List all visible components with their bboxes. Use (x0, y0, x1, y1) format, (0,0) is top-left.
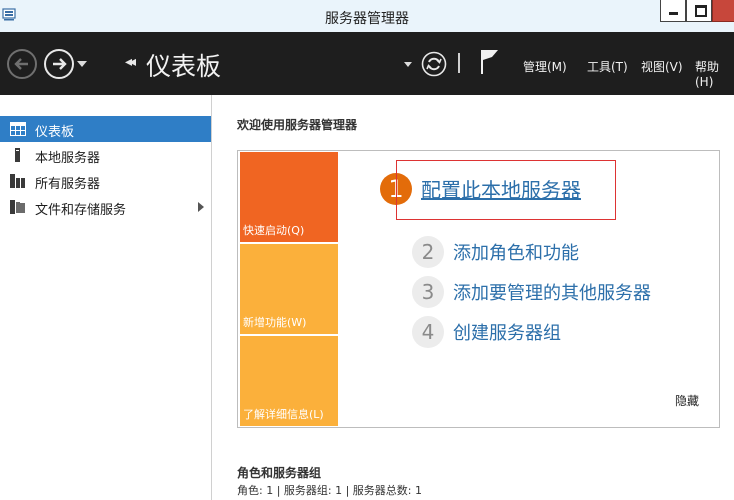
sidebar-item-label: 所有服务器 (35, 177, 101, 192)
title-bar: 服务器管理器 (0, 0, 734, 33)
sidebar-item-label: 本地服务器 (35, 151, 101, 166)
minimize-button[interactable] (660, 0, 686, 22)
header-divider (458, 53, 460, 73)
history-dropdown-icon[interactable] (77, 61, 87, 67)
back-arrow-icon (14, 58, 28, 70)
breadcrumb-chevron-icon: ◂◂ (125, 54, 136, 70)
roles-section-title: 角色和服务器组 (237, 466, 322, 480)
local-server-icon (15, 148, 20, 162)
sidebar-item-dashboard[interactable]: 仪表板 (0, 116, 211, 142)
file-storage-icon (10, 200, 25, 214)
dashboard-icon (10, 122, 26, 136)
all-servers-icon (10, 174, 25, 188)
menu-view[interactable]: 视图(V) (641, 58, 683, 75)
welcome-heading: 欢迎使用服务器管理器 (237, 118, 358, 132)
forward-arrow-icon (53, 58, 67, 70)
step-link[interactable]: 添加角色和功能 (453, 239, 579, 265)
breadcrumb-dropdown-icon[interactable] (404, 62, 412, 67)
back-button[interactable] (7, 49, 37, 79)
maximize-icon (695, 5, 707, 17)
sidebar-item-file-storage[interactable]: 文件和存储服务 (0, 194, 211, 220)
refresh-icon[interactable] (421, 51, 447, 77)
forward-button[interactable] (44, 49, 74, 79)
roles-section-summary: 角色: 1 | 服务器组: 1 | 服务器总数: 1 (237, 484, 423, 497)
minimize-icon (669, 12, 678, 15)
tile-label: 了解详细信息(L) (243, 408, 324, 421)
hide-link[interactable]: 隐藏 (675, 392, 699, 409)
sidebar-item-label: 仪表板 (35, 125, 75, 140)
step-link[interactable]: 添加要管理的其他服务器 (453, 279, 651, 305)
notifications-flag-icon[interactable] (479, 48, 501, 76)
step-number: 2 (412, 236, 444, 268)
menu-tools[interactable]: 工具(T) (587, 58, 628, 75)
step-number: 3 (412, 276, 444, 308)
sidebar: 仪表板 本地服务器 所有服务器 文件和存储服务 (0, 95, 212, 500)
step-number: 4 (412, 316, 444, 348)
maximize-button[interactable] (686, 0, 712, 22)
header-bar: ◂◂ 仪表板 管理(M) 工具(T) 视图(V) 帮助(H) (0, 32, 734, 95)
expand-chevron-icon[interactable] (198, 202, 204, 212)
close-button[interactable] (712, 0, 734, 22)
sidebar-item-label: 文件和存储服务 (35, 203, 127, 218)
tile-label: 快速启动(Q) (243, 224, 305, 237)
sidebar-item-local-server[interactable]: 本地服务器 (0, 142, 211, 168)
step-link[interactable]: 创建服务器组 (453, 319, 561, 345)
menu-manage[interactable]: 管理(M) (523, 58, 567, 75)
page-title: 仪表板 (146, 52, 222, 81)
window-title: 服务器管理器 (325, 11, 409, 27)
tab-whats-new[interactable]: 新增功能(W) (240, 244, 338, 334)
menu-help[interactable]: 帮助(H) (695, 58, 734, 89)
tab-quick-start[interactable]: 快速启动(Q) (240, 152, 338, 242)
focus-rectangle (396, 160, 616, 220)
tile-label: 新增功能(W) (243, 316, 307, 329)
sidebar-item-all-servers[interactable]: 所有服务器 (0, 168, 211, 194)
tab-learn-more[interactable]: 了解详细信息(L) (240, 336, 338, 426)
